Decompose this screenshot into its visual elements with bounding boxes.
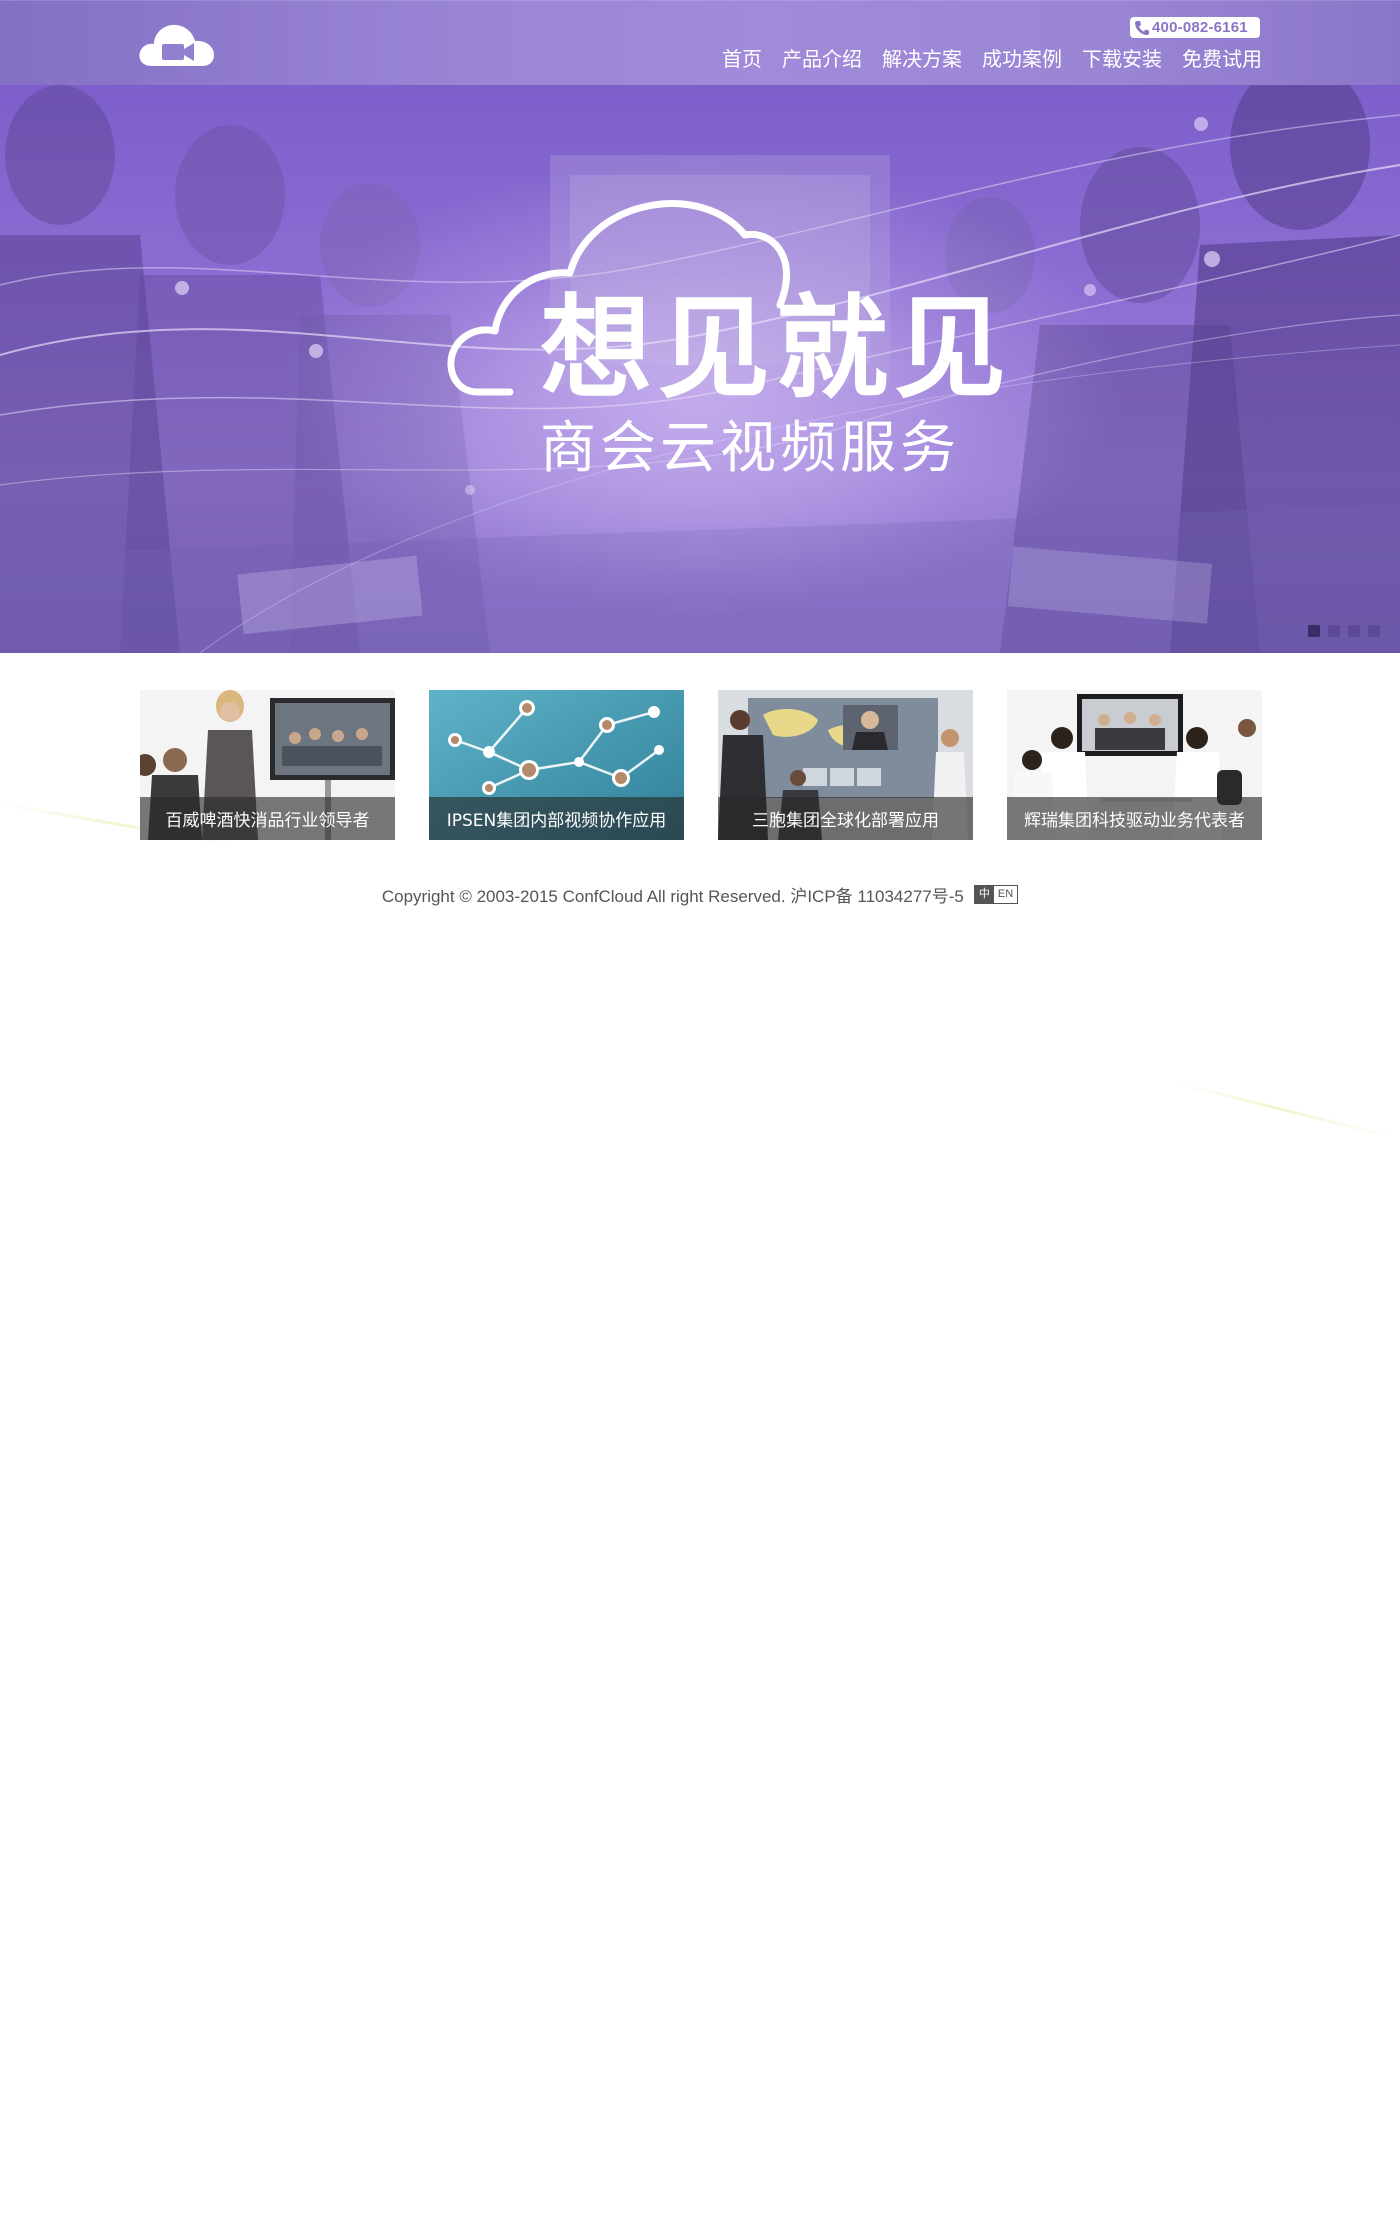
case-list: 百威啤酒快消品行业领导者 IPSEN集团内部视频协作应用 三胞集团全球化部署应用… [140,690,1262,840]
case-caption: 辉瑞集团科技驱动业务代表者 [1007,797,1262,840]
logo-cloud-camera-icon[interactable] [138,16,218,70]
site-footer: Copyright © 2003-2015 ConfCloud All righ… [0,882,1400,907]
site-header: 400-082-6161 首页 产品介绍 解决方案 成功案例 下载安装 免费试用 [0,0,1400,85]
case-caption: 百威啤酒快消品行业领导者 [140,797,395,840]
hero-title: 想见就见 [540,284,1012,414]
hero-subtitle: 商会云视频服务 [540,416,960,481]
decorative-streak [1169,1080,1394,1139]
main-nav: 首页 产品介绍 解决方案 成功案例 下载安装 免费试用 [702,43,1262,72]
phone-number: 400-082-6161 [1152,19,1248,36]
case-caption: IPSEN集团内部视频协作应用 [429,797,684,840]
slider-dot-2[interactable] [1328,625,1340,637]
nav-item-cases[interactable]: 成功案例 [982,43,1062,72]
lang-english-button[interactable]: EN [993,886,1018,903]
slider-dot-3[interactable] [1348,625,1360,637]
nav-item-products[interactable]: 产品介绍 [782,43,862,72]
case-card-ipsen[interactable]: IPSEN集团内部视频协作应用 [429,690,684,840]
case-card-pfizer[interactable]: 辉瑞集团科技驱动业务代表者 [1007,690,1262,840]
phone-badge[interactable]: 400-082-6161 [1130,17,1260,38]
case-caption: 三胞集团全球化部署应用 [718,797,973,840]
nav-item-free-trial[interactable]: 免费试用 [1182,43,1262,72]
slider-pagination [1308,625,1380,637]
nav-item-solutions[interactable]: 解决方案 [882,43,962,72]
nav-item-download[interactable]: 下载安装 [1082,43,1162,72]
language-switch: 中 EN [973,885,1019,904]
slider-dot-4[interactable] [1368,625,1380,637]
case-card-budweiser[interactable]: 百威啤酒快消品行业领导者 [140,690,395,840]
page: 400-082-6161 首页 产品介绍 解决方案 成功案例 下载安装 免费试用 [0,0,1400,2240]
hero-banner[interactable]: 想见就见 商会云视频服务 [0,85,1400,653]
nav-item-home[interactable]: 首页 [722,43,762,72]
phone-icon [1135,20,1149,35]
copyright-text: Copyright © 2003-2015 ConfCloud All righ… [381,887,964,906]
case-card-suning[interactable]: 三胞集团全球化部署应用 [718,690,973,840]
lang-chinese-button[interactable]: 中 [974,886,994,903]
slider-dot-1[interactable] [1308,625,1320,637]
